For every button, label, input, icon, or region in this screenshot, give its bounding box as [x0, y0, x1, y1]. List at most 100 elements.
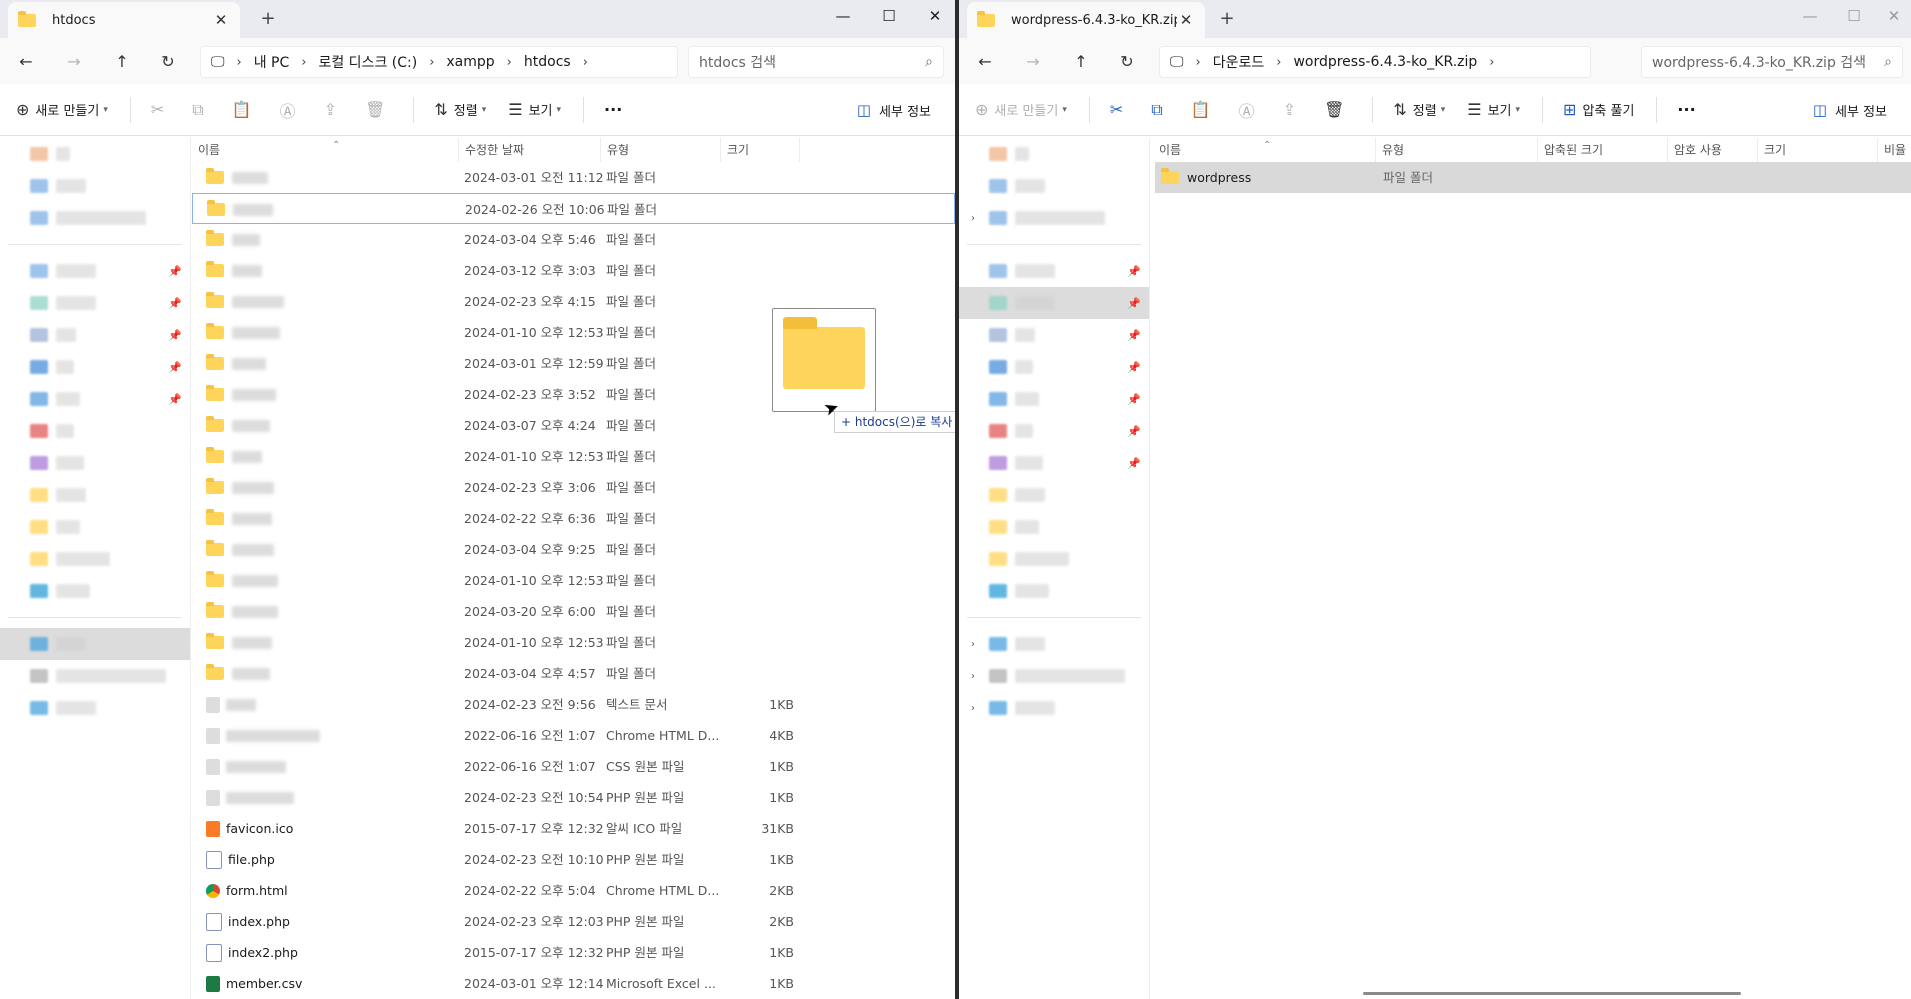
- sidebar-item[interactable]: [959, 170, 1149, 202]
- column-compressed-size[interactable]: 압축된 크기: [1537, 138, 1667, 162]
- breadcrumb-zip[interactable]: wordpress-6.4.3-ko_KR.zip: [1293, 54, 1477, 70]
- pin-icon[interactable]: 📌: [1127, 393, 1141, 406]
- sidebar-item[interactable]: 📌: [959, 287, 1149, 319]
- sidebar-item[interactable]: [0, 170, 190, 202]
- sidebar-item[interactable]: 📌: [959, 319, 1149, 351]
- breadcrumb-local-disk[interactable]: 로컬 디스크 (C:): [318, 52, 417, 72]
- sidebar-item[interactable]: [0, 692, 190, 724]
- address-bar[interactable]: 🖵 › 다운로드 › wordpress-6.4.3-ko_KR.zip ›: [1159, 46, 1591, 78]
- extract-all-button[interactable]: ⊞ 압축 풀기: [1563, 100, 1634, 119]
- paste-button[interactable]: 📋: [232, 100, 258, 119]
- pin-icon[interactable]: 📌: [1127, 457, 1141, 470]
- up-arrow-icon[interactable]: ↑: [1063, 52, 1099, 71]
- sidebar-item[interactable]: [959, 479, 1149, 511]
- refresh-icon[interactable]: ↻: [150, 52, 186, 71]
- sidebar-item[interactable]: 📌: [959, 351, 1149, 383]
- table-row[interactable]: 2024-03-04 오후 5:46 파일 폴더: [192, 224, 955, 255]
- sidebar-item[interactable]: [0, 447, 190, 479]
- list-item-wordpress[interactable]: wordpress 파일 폴더: [1155, 162, 1911, 193]
- table-row[interactable]: favicon.ico 2015-07-17 오후 12:32 알씨 ICO 파일 3…: [192, 813, 955, 844]
- pin-icon[interactable]: 📌: [1127, 329, 1141, 342]
- close-tab-icon[interactable]: ✕: [212, 11, 230, 29]
- share-button[interactable]: ⇪: [324, 100, 343, 119]
- table-row[interactable]: 2024-03-04 오후 9:25 파일 폴더: [192, 534, 955, 565]
- table-row[interactable]: 2024-01-10 오후 12:53 파일 폴더: [192, 627, 955, 658]
- breadcrumb-xampp[interactable]: xampp: [446, 54, 494, 70]
- sidebar-item[interactable]: [0, 202, 190, 234]
- column-modified[interactable]: 수정한 날짜: [458, 138, 600, 162]
- sidebar-item[interactable]: [0, 138, 190, 170]
- column-size[interactable]: 크기: [720, 138, 800, 162]
- column-name[interactable]: 이름 ⌃: [192, 138, 458, 162]
- pin-icon[interactable]: 📌: [168, 329, 182, 342]
- sidebar-item[interactable]: [959, 138, 1149, 170]
- table-row[interactable]: 2024-02-23 오전 10:54 PHP 원본 파일 1KB: [192, 782, 955, 813]
- new-button[interactable]: ⊕ 새로 만들기 ▾: [975, 100, 1067, 119]
- table-row[interactable]: 2022-06-16 오전 1:07 CSS 원본 파일 1KB: [192, 751, 955, 782]
- sidebar-item[interactable]: [0, 511, 190, 543]
- pin-icon[interactable]: 📌: [168, 297, 182, 310]
- column-ratio[interactable]: 비율: [1877, 138, 1911, 162]
- table-row[interactable]: form.html 2024-02-22 오후 5:04 Chrome HTML D…: [192, 875, 955, 906]
- breadcrumb-this-pc[interactable]: 내 PC: [254, 52, 290, 72]
- cut-button[interactable]: ✂: [1110, 100, 1129, 119]
- sidebar-item[interactable]: [959, 511, 1149, 543]
- pin-icon[interactable]: 📌: [1127, 361, 1141, 374]
- tab-htdocs[interactable]: htdocs ✕: [8, 2, 240, 38]
- pin-icon[interactable]: 📌: [1127, 265, 1141, 278]
- sidebar-item[interactable]: 📌: [0, 351, 190, 383]
- details-pane-button[interactable]: ◫ 세부 정보: [857, 84, 931, 136]
- sort-button[interactable]: ⇅ 정렬 ▾: [434, 100, 486, 119]
- sidebar-item[interactable]: 📌: [959, 447, 1149, 479]
- close-tab-icon[interactable]: ✕: [1177, 11, 1195, 29]
- copy-button[interactable]: ⧉: [1151, 100, 1168, 120]
- sidebar-item[interactable]: 📌: [0, 287, 190, 319]
- minimize-button[interactable]: —: [820, 0, 866, 34]
- table-row[interactable]: index.php 2024-02-23 오후 12:03 PHP 원본 파일 2KB: [192, 906, 955, 937]
- column-size[interactable]: 크기: [1757, 138, 1877, 162]
- search-input[interactable]: htdocs 검색 ⌕: [688, 46, 944, 78]
- breadcrumb-downloads[interactable]: 다운로드: [1213, 52, 1265, 72]
- table-row[interactable]: 2024-03-12 오후 3:03 파일 폴더: [192, 255, 955, 286]
- close-window-button[interactable]: ✕: [1871, 0, 1911, 34]
- forward-arrow-icon[interactable]: →: [1015, 52, 1051, 71]
- delete-button[interactable]: 🗑: [365, 100, 391, 119]
- table-row[interactable]: 2024-02-26 오전 10:06 파일 폴더: [192, 193, 955, 224]
- rename-button[interactable]: Ⓐ: [1239, 98, 1261, 122]
- pin-icon[interactable]: 📌: [168, 361, 182, 374]
- table-row[interactable]: 2024-01-10 오후 12:53 파일 폴더: [192, 565, 955, 596]
- tab-wordpress-zip[interactable]: wordpress-6.4.3-ko_KR.zip ✕: [967, 2, 1205, 38]
- sidebar-item[interactable]: 📌: [0, 383, 190, 415]
- up-arrow-icon[interactable]: ↑: [104, 52, 140, 71]
- maximize-button[interactable]: ☐: [866, 0, 912, 34]
- sidebar-item[interactable]: 📌: [959, 415, 1149, 447]
- close-window-button[interactable]: ✕: [912, 0, 955, 34]
- table-row[interactable]: 2024-03-04 오후 4:57 파일 폴더: [192, 658, 955, 689]
- sidebar-item[interactable]: [0, 415, 190, 447]
- table-row[interactable]: 2024-01-10 오후 12:53 파일 폴더: [192, 441, 955, 472]
- table-row[interactable]: 2024-02-23 오전 9:56 텍스트 문서 1KB: [192, 689, 955, 720]
- sidebar-item[interactable]: ›: [959, 628, 1149, 660]
- share-button[interactable]: ⇪: [1283, 100, 1302, 119]
- view-button[interactable]: ☰ 보기 ▾: [508, 100, 561, 119]
- details-pane-button[interactable]: ◫ 세부 정보: [1813, 84, 1887, 136]
- table-row[interactable]: index2.php 2015-07-17 오후 12:32 PHP 원본 파일 1K…: [192, 937, 955, 968]
- back-arrow-icon[interactable]: ←: [8, 52, 44, 71]
- address-bar[interactable]: 🖵 › 내 PC › 로컬 디스크 (C:) › xampp › htdocs …: [200, 46, 678, 78]
- column-password[interactable]: 암호 사용: [1667, 138, 1757, 162]
- column-type[interactable]: 유형: [600, 138, 720, 162]
- sort-button[interactable]: ⇅ 정렬 ▾: [1393, 100, 1445, 119]
- table-row[interactable]: 2024-02-23 오후 3:06 파일 폴더: [192, 472, 955, 503]
- delete-button[interactable]: 🗑: [1324, 100, 1350, 119]
- new-button[interactable]: ⊕ 새로 만들기 ▾: [16, 100, 108, 119]
- sidebar-item[interactable]: [959, 575, 1149, 607]
- table-row[interactable]: file.php 2024-02-23 오전 10:10 PHP 원본 파일 1KB: [192, 844, 955, 875]
- breadcrumb-htdocs[interactable]: htdocs: [524, 54, 571, 70]
- column-type[interactable]: 유형: [1375, 138, 1537, 162]
- cut-button[interactable]: ✂: [151, 100, 170, 119]
- sidebar-item[interactable]: ›: [959, 660, 1149, 692]
- sidebar-item[interactable]: [0, 575, 190, 607]
- table-row[interactable]: 2024-03-20 오후 6:00 파일 폴더: [192, 596, 955, 627]
- sidebar-item[interactable]: 📌: [959, 383, 1149, 415]
- view-button[interactable]: ☰ 보기 ▾: [1467, 100, 1520, 119]
